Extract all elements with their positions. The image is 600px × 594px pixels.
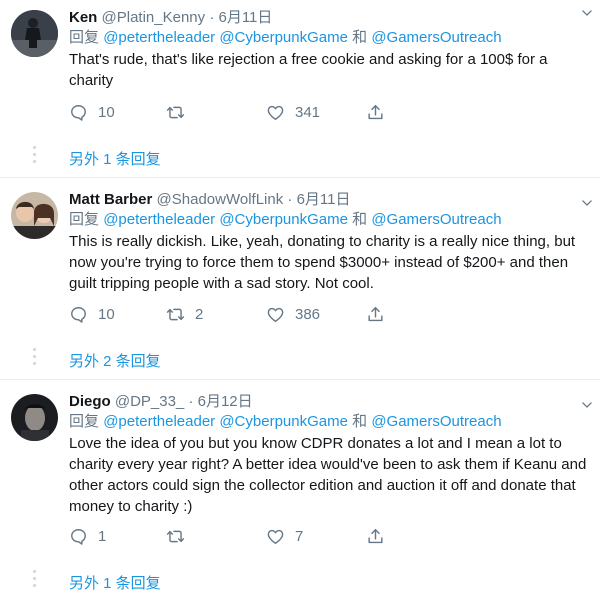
thread-connector — [33, 348, 36, 369]
tweet-text: That's rude, that's like rejection a fre… — [69, 51, 548, 89]
share-icon — [366, 103, 385, 122]
tweet-ken[interactable]: Ken @Platin_Kenny · 6月11日 回复 @peterthele… — [0, 0, 600, 178]
mention-link[interactable]: @GamersOutreach — [371, 29, 501, 46]
share-icon — [366, 305, 385, 324]
mention-conjunction: 和 — [352, 29, 368, 46]
reply-icon — [69, 103, 88, 122]
more-replies-link[interactable]: 另外 1 条回复 — [69, 148, 161, 169]
user-handle[interactable]: @DP_33_ — [115, 393, 184, 410]
tweet-date[interactable]: 6月11日 — [297, 191, 351, 208]
mention-link[interactable]: @CyberpunkGame — [219, 413, 348, 430]
display-name[interactable]: Matt Barber — [69, 191, 152, 208]
reply-icon — [69, 305, 88, 324]
retweet-button[interactable] — [166, 526, 195, 546]
reply-to-line: 回复 @petertheleader @CyberpunkGame 和 @Gam… — [69, 210, 590, 230]
tweet-text: This is really dickish. Like, yeah, dona… — [69, 233, 576, 292]
tweet-diego[interactable]: Diego @DP_33_ · 6月12日 回复 @petertheleader… — [0, 380, 600, 594]
tweet-date[interactable]: 6月12日 — [198, 393, 253, 410]
mention-link[interactable]: @petertheleader — [103, 211, 215, 228]
reply-count: 1 — [98, 527, 107, 545]
reply-button[interactable]: 10 — [69, 102, 115, 122]
avatar[interactable] — [11, 192, 58, 239]
reply-prefix: 回复 — [69, 211, 100, 228]
like-button[interactable]: 7 — [266, 526, 303, 546]
mention-conjunction: 和 — [352, 211, 368, 228]
avatar[interactable] — [11, 394, 58, 441]
chevron-down-icon[interactable] — [580, 398, 594, 412]
separator-dot: · — [188, 393, 194, 410]
mention-link[interactable]: @CyberpunkGame — [219, 211, 348, 228]
mention-link[interactable]: @GamersOutreach — [371, 413, 501, 430]
reply-prefix: 回复 — [69, 413, 100, 430]
tweet-matt-barber[interactable]: Matt Barber @ShadowWolfLink · 6月11日 回复 @… — [0, 178, 600, 380]
tweet-actions: 10 2 386 — [69, 304, 449, 324]
display-name[interactable]: Ken — [69, 9, 97, 26]
chevron-down-icon[interactable] — [580, 6, 594, 20]
display-name[interactable]: Diego — [69, 393, 111, 410]
retweet-icon — [166, 527, 185, 546]
reply-icon — [69, 527, 88, 546]
mention-conjunction: 和 — [352, 413, 368, 430]
reply-count: 10 — [98, 305, 115, 323]
like-count: 386 — [295, 305, 321, 323]
like-button[interactable]: 341 — [266, 102, 320, 122]
mention-link[interactable]: @GamersOutreach — [371, 211, 501, 228]
more-replies-link[interactable]: 另外 2 条回复 — [69, 350, 161, 371]
retweet-count: 2 — [195, 305, 204, 323]
avatar[interactable] — [11, 10, 58, 57]
tweet-date[interactable]: 6月11日 — [218, 9, 272, 26]
share-button[interactable] — [366, 304, 385, 324]
heart-icon — [266, 527, 285, 546]
share-button[interactable] — [366, 102, 385, 122]
separator-dot: · — [287, 191, 293, 208]
mention-link[interactable]: @petertheleader — [103, 29, 215, 46]
share-button[interactable] — [366, 526, 385, 546]
thread-connector — [33, 570, 36, 591]
like-button[interactable]: 386 — [266, 304, 320, 324]
retweet-button[interactable] — [166, 102, 195, 122]
tweet-actions: 1 7 — [69, 526, 449, 546]
reply-count: 10 — [98, 103, 115, 121]
separator-dot: · — [209, 9, 215, 26]
reply-prefix: 回复 — [69, 29, 100, 46]
tweet-text: Love the idea of you but you know CDPR d… — [69, 435, 587, 515]
mention-link[interactable]: @petertheleader — [103, 413, 215, 430]
more-replies-link[interactable]: 另外 1 条回复 — [69, 572, 161, 593]
heart-icon — [266, 103, 285, 122]
chevron-down-icon[interactable] — [580, 196, 594, 210]
retweet-button[interactable]: 2 — [166, 304, 203, 324]
thread-connector — [33, 146, 36, 167]
reply-to-line: 回复 @petertheleader @CyberpunkGame 和 @Gam… — [69, 412, 590, 432]
tweet-actions: 10 341 — [69, 102, 449, 122]
reply-button[interactable]: 1 — [69, 526, 106, 546]
user-handle[interactable]: @Platin_Kenny — [102, 9, 206, 26]
share-icon — [366, 527, 385, 546]
like-count: 341 — [295, 103, 321, 121]
mention-link[interactable]: @CyberpunkGame — [219, 29, 348, 46]
reply-button[interactable]: 10 — [69, 304, 115, 324]
reply-to-line: 回复 @petertheleader @CyberpunkGame 和 @Gam… — [69, 28, 590, 48]
heart-icon — [266, 305, 285, 324]
retweet-icon — [166, 305, 185, 324]
user-handle[interactable]: @ShadowWolfLink — [157, 191, 284, 208]
like-count: 7 — [295, 527, 304, 545]
retweet-icon — [166, 103, 185, 122]
